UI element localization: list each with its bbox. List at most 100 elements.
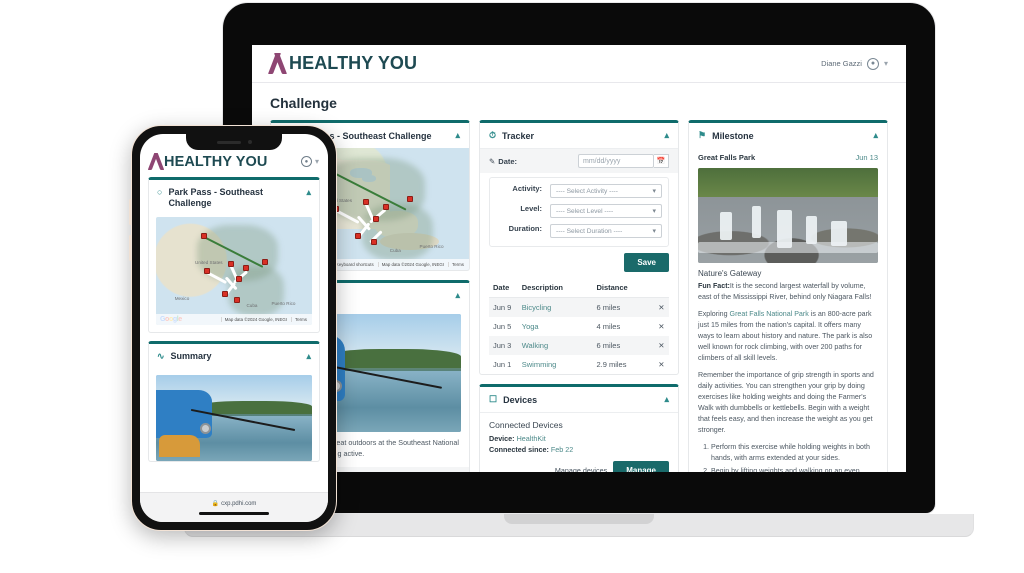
activity-select[interactable]: ---- Select Activity ---- ▾	[550, 184, 662, 198]
map-label-us: United States	[195, 259, 223, 265]
phone-user-menu[interactable]: ● ▾	[300, 156, 319, 167]
tracker-fields: Activity: ---- Select Activity ---- ▾ Le…	[489, 177, 669, 247]
cell-date: Jun 5	[493, 322, 512, 331]
cell-description[interactable]: Bicycling	[521, 297, 597, 317]
pulse-icon: ∿	[157, 350, 165, 361]
close-icon[interactable]: ✕	[653, 297, 669, 317]
map-terms-link[interactable]: Terms	[448, 262, 467, 267]
phone-volume-down-button[interactable]	[129, 235, 132, 261]
column-right: ⚑ Milestone ▴ Great Falls Park Jun 13 Na…	[688, 120, 888, 472]
cell-distance: 6 miles	[596, 336, 654, 355]
pencil-icon: ✎	[489, 156, 496, 166]
chevron-up-icon[interactable]: ▴	[664, 130, 669, 141]
col-distance: Distance	[596, 279, 654, 298]
milestone-card-header[interactable]: ⚑ Milestone ▴	[689, 123, 887, 148]
phone-challenge-header[interactable]: ○ Park Pass - Southeast Challenge ▴	[149, 180, 319, 217]
chevron-up-icon[interactable]: ▴	[306, 351, 311, 362]
chevron-up-icon[interactable]: ▴	[455, 290, 460, 301]
tracker-date-row: ✎ Date: mm/dd/yyyy 📅	[480, 149, 678, 173]
devices-card-header[interactable]: ☐ Devices ▴	[480, 387, 678, 412]
brand-logo[interactable]: HEALTHY YOU	[147, 153, 267, 170]
map-pin[interactable]	[221, 291, 228, 298]
save-button[interactable]: Save	[624, 253, 669, 272]
map-pin[interactable]	[262, 258, 269, 265]
map-keyboard-shortcuts[interactable]: Keyboard shortcuts	[331, 262, 377, 267]
map-pin[interactable]	[372, 215, 379, 222]
user-avatar-icon[interactable]: ●	[300, 156, 312, 167]
chevron-down-icon[interactable]: ▾	[315, 157, 319, 166]
lock-icon: 🔒	[211, 501, 220, 507]
cell-description[interactable]: Walking	[521, 336, 597, 355]
tracker-duration-label: Duration:	[508, 224, 542, 233]
tracker-level-row: Level: ---- Select Level ---- ▾	[490, 201, 668, 221]
manage-button[interactable]: Manage	[613, 461, 669, 472]
map-pin[interactable]	[355, 232, 362, 239]
list-item: Begin by lifting weights and walking on …	[711, 466, 878, 472]
chevron-up-icon[interactable]: ▴	[873, 130, 878, 141]
close-icon[interactable]: ✕	[653, 336, 669, 355]
phone-url-text: cxp.pdhi.com	[221, 500, 257, 507]
milestone-paragraph: Exploring Great Falls National Park is a…	[689, 309, 887, 370]
map-pin[interactable]	[204, 267, 211, 274]
level-select-value: ---- Select Level ----	[556, 207, 614, 215]
map-label-cuba: Cuba	[389, 248, 401, 254]
tracker-date-input[interactable]: mm/dd/yyyy	[578, 154, 654, 168]
tracker-duration-row: Duration: ---- Select Duration ---- ▾	[490, 221, 668, 241]
map-pin[interactable]	[201, 232, 208, 239]
phone-summary-card: ∿ Summary ▴	[148, 340, 320, 462]
tracker-table: Date Description Distance Jun 9 Bicyclin…	[489, 279, 669, 374]
milestone-image	[698, 168, 878, 263]
phone-screen: HEALTHY YOU ● ▾ ○ Park Pass - Southeast …	[140, 134, 328, 522]
map-pin[interactable]	[234, 296, 241, 303]
close-icon[interactable]: ✕	[654, 355, 669, 374]
map-label-puerto-rico: Puerto Rico	[419, 244, 444, 250]
chevron-up-icon[interactable]: ▴	[455, 130, 460, 141]
devices-body: Connected Devices Device: HealthKit Conn…	[480, 413, 678, 472]
close-icon[interactable]: ✕	[654, 317, 669, 336]
map-pin[interactable]	[382, 203, 389, 210]
brand-logo[interactable]: HEALTHY YOU	[267, 53, 417, 74]
phone-volume-up-button[interactable]	[129, 199, 132, 225]
chevron-up-icon[interactable]: ▴	[306, 187, 311, 198]
header-user-menu[interactable]: Diane Gazzi ● ▾	[821, 57, 888, 70]
milestone-park-name: Great Falls Park	[698, 153, 756, 162]
tracker-card-header[interactable]: ⏱ Tracker ▴	[480, 123, 678, 148]
map-pin[interactable]	[227, 261, 234, 268]
phone-url[interactable]: 🔒 cxp.pdhi.com	[211, 500, 257, 508]
duration-select[interactable]: ---- Select Duration ---- ▾	[550, 224, 662, 238]
cell-description[interactable]: Yoga	[522, 317, 597, 336]
map-pin[interactable]	[363, 198, 370, 205]
manage-devices-link[interactable]: Manage devices	[555, 466, 607, 472]
map-pin[interactable]	[370, 238, 377, 245]
phone-summary-title: Summary	[170, 350, 212, 361]
level-select[interactable]: ---- Select Level ---- ▾	[550, 204, 662, 218]
calendar-icon[interactable]: 📅	[654, 154, 669, 168]
cell-date: Jun 1	[493, 360, 512, 369]
x-logo-icon	[267, 53, 288, 74]
map-attribution: Map data ©2024 Google, INEGI Terms	[156, 313, 312, 325]
map-pin[interactable]	[235, 276, 242, 283]
milestone-steps: Perform this exercise while holding weig…	[689, 442, 887, 472]
cell-description[interactable]: Swimming	[522, 355, 597, 374]
cell-date: Jun 9	[489, 297, 522, 317]
milestone-card: ⚑ Milestone ▴ Great Falls Park Jun 13 Na…	[688, 120, 888, 472]
chevron-down-icon: ▾	[652, 228, 656, 235]
phone-summary-header[interactable]: ∿ Summary ▴	[149, 344, 319, 369]
map-pin[interactable]	[243, 265, 250, 272]
chevron-down-icon[interactable]: ▾	[884, 59, 888, 68]
park-link[interactable]: Great Falls National Park	[730, 310, 809, 318]
map-terms-link[interactable]: Terms	[291, 316, 310, 322]
map-label-cuba: Cuba	[246, 302, 258, 308]
tracker-card: ⏱ Tracker ▴ ✎ Date: mm/dd/yyyy 📅 Activit…	[479, 120, 679, 375]
map-pin[interactable]	[406, 196, 413, 203]
user-avatar-icon[interactable]: ●	[866, 57, 879, 70]
home-indicator[interactable]	[199, 512, 269, 515]
app-header: HEALTHY YOU Diane Gazzi ● ▾	[252, 45, 906, 83]
milestone-subheader: Great Falls Park Jun 13	[689, 148, 887, 168]
cell-distance: 2.9 miles	[596, 360, 627, 369]
tracker-save-row: Save	[480, 247, 678, 279]
devices-card: ☐ Devices ▴ Connected Devices Device: He…	[479, 384, 679, 472]
connected-devices-subtitle: Connected Devices	[489, 420, 563, 430]
phone-challenge-map[interactable]: United States Mexico Cuba Puerto Rico Ma…	[156, 216, 312, 325]
chevron-up-icon[interactable]: ▴	[664, 394, 669, 405]
